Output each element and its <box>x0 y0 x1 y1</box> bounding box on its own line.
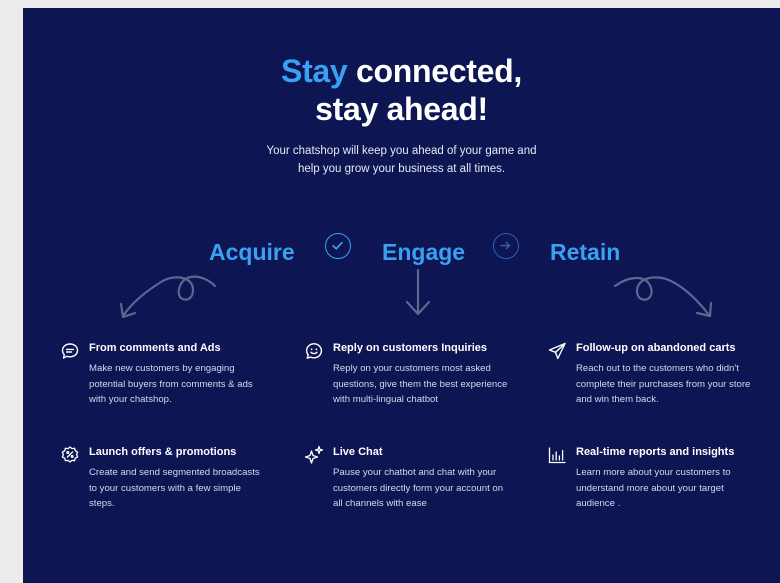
feature-description: Learn more about your customers to under… <box>576 467 731 509</box>
discount-badge-icon <box>61 446 79 463</box>
feature-description: Make new customers by engaging potential… <box>89 363 253 405</box>
decorative-arrows <box>119 268 713 319</box>
feature-description: Reply on your customers most asked quest… <box>333 363 508 405</box>
feature-title: Real-time reports and insights <box>576 446 735 458</box>
smiley-chat-icon <box>305 343 323 359</box>
down-arrow-icon <box>405 268 431 316</box>
feature-title: Launch offers & promotions <box>89 446 237 458</box>
paper-plane-icon <box>548 342 566 360</box>
feature-description: Create and send segmented broadcasts to … <box>89 467 260 509</box>
curly-arrow-left-icon <box>121 275 217 318</box>
feature-title: From comments and Ads <box>89 342 221 354</box>
feature-title: Reply on customers Inquiries <box>333 342 488 354</box>
feature-description: Reach out to the customers who didn't co… <box>576 363 751 405</box>
curly-arrow-right-icon <box>613 276 711 317</box>
feature-title: Follow-up on abandoned carts <box>576 342 736 354</box>
hero-section: Stay connected, stay ahead! Your chatsho… <box>23 8 780 583</box>
feature-description: Pause your chatbot and chat with your cu… <box>333 467 504 509</box>
bar-chart-icon <box>548 447 566 464</box>
feature-title: Live Chat <box>333 446 383 458</box>
chat-bubble-icon <box>61 343 79 359</box>
sparkles-icon <box>304 445 324 464</box>
